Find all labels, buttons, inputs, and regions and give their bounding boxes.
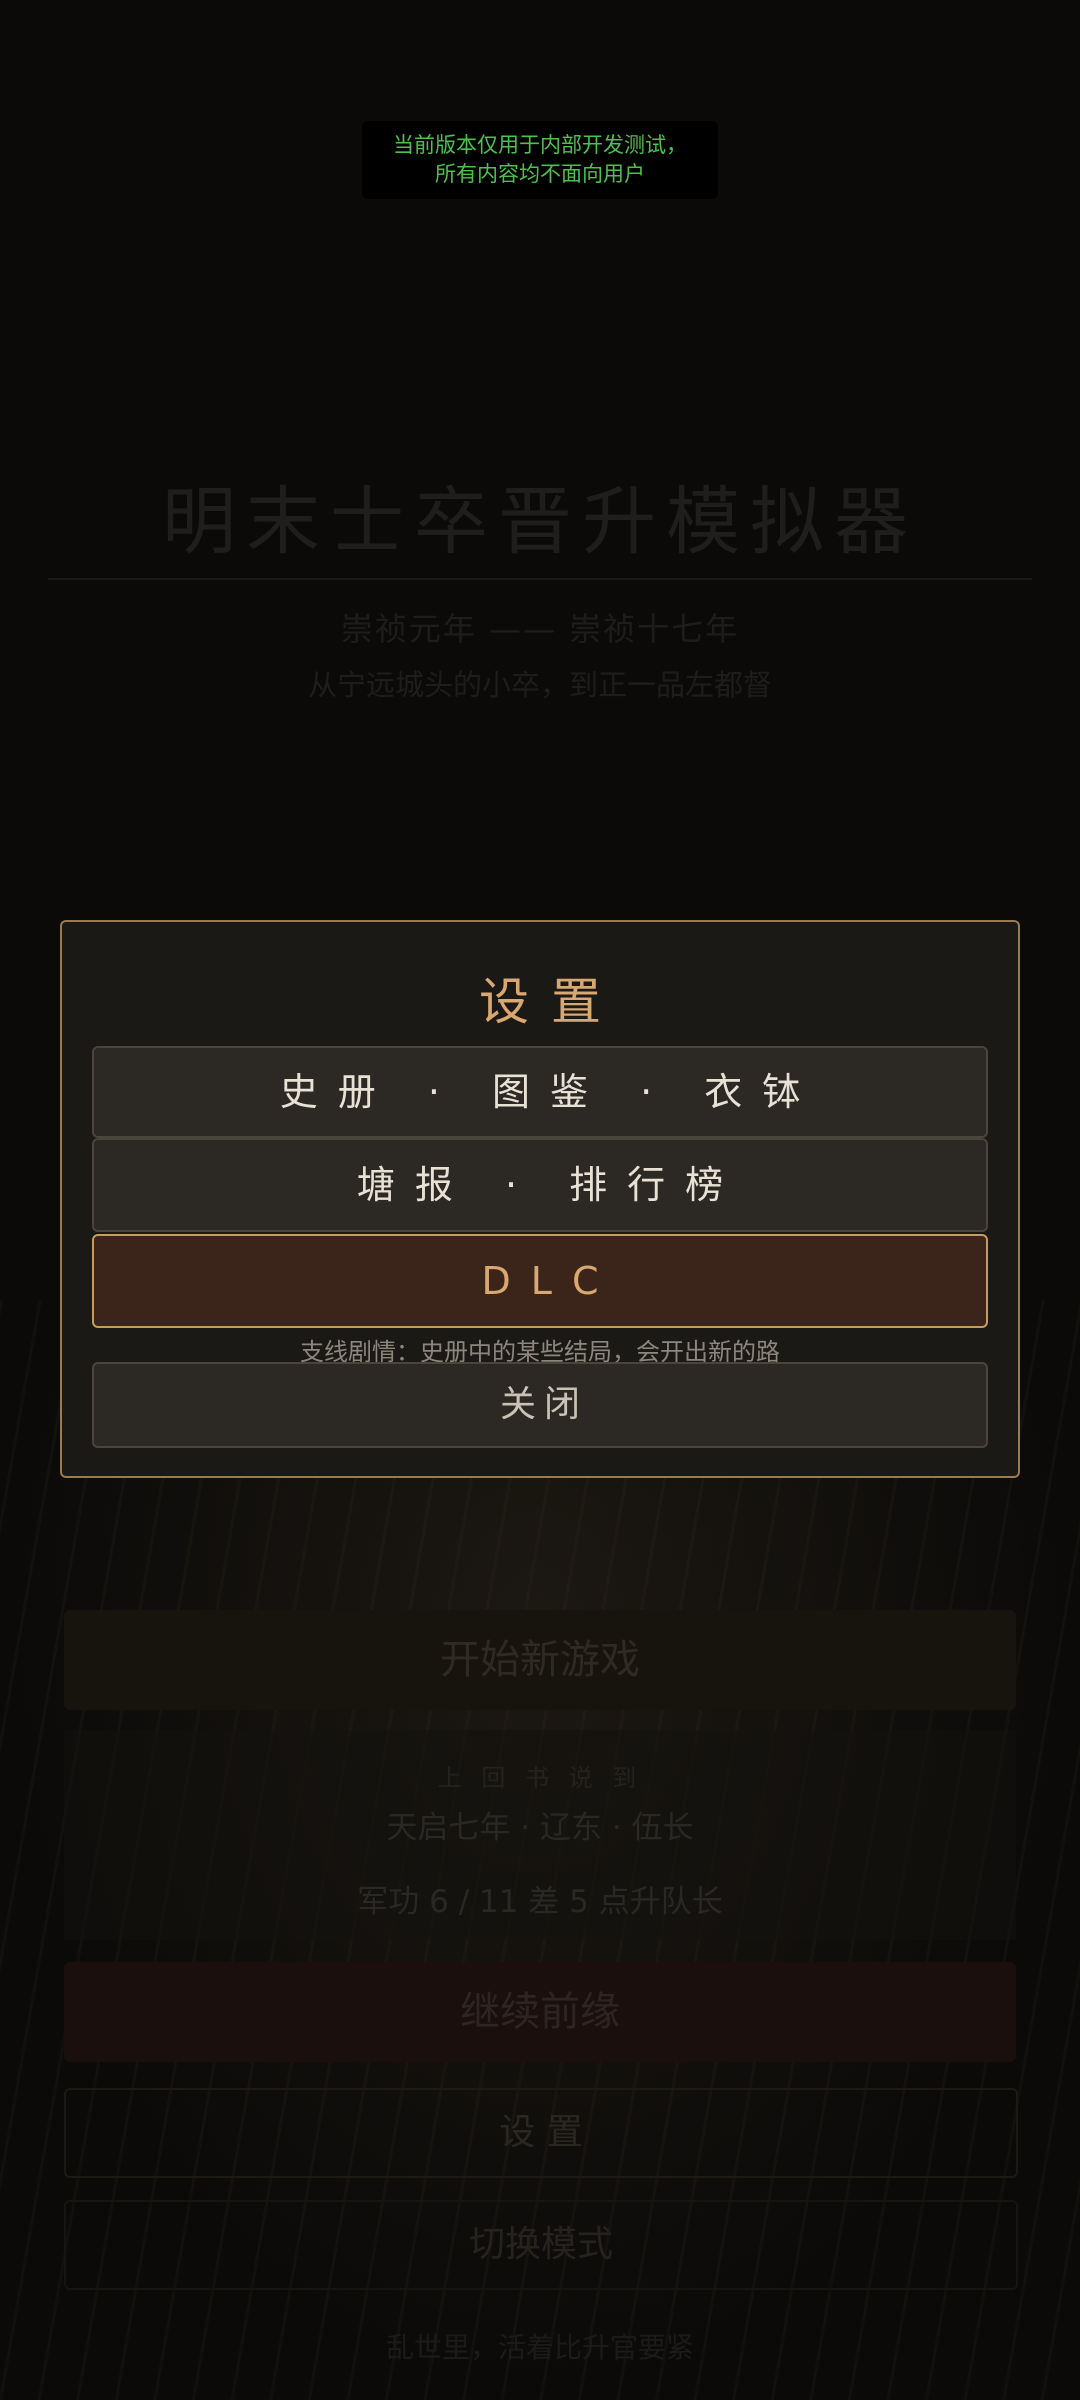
save-summary-card: 上 回 书 说 到 天启七年 · 辽东 · 伍长 军功 6 / 11 差 5 点… bbox=[64, 1730, 1016, 1940]
archives-button[interactable]: 史册 · 图鉴 · 衣钵 bbox=[92, 1046, 988, 1138]
footer-text: 乱世里，活着比升官要紧 bbox=[385, 2331, 694, 2364]
tagline: 从宁远城头的小卒，到正一品左都督 bbox=[307, 668, 772, 702]
save-card-info: 天启七年 · 辽东 · 伍长 bbox=[386, 1810, 694, 1846]
modal-title: 设置 bbox=[479, 973, 623, 1031]
close-button[interactable]: 关闭 bbox=[92, 1362, 988, 1448]
era-subtitle: 崇祯元年 —— 崇祯十七年 bbox=[340, 610, 740, 648]
news-leaderboard-button[interactable]: 塘报 · 排行榜 bbox=[92, 1138, 988, 1232]
switch-mode-button: 切换模式 bbox=[64, 2200, 1018, 2290]
dlc-button[interactable]: DLC bbox=[92, 1234, 988, 1328]
save-card-label: 上 回 书 说 到 bbox=[437, 1764, 643, 1792]
settings-button: 设 置 bbox=[64, 2088, 1018, 2178]
settings-modal: 设置 史册 · 图鉴 · 衣钵 塘报 · 排行榜 DLC 支线剧情：史册中的某些… bbox=[60, 920, 1020, 1478]
continue-button: 继续前缘 bbox=[64, 1962, 1016, 2062]
new-game-button: 开始新游戏 bbox=[64, 1610, 1016, 1710]
title-divider bbox=[48, 578, 1032, 580]
game-title: 明末士卒晋升模拟器 bbox=[162, 479, 918, 565]
save-card-progress: 军功 6 / 11 差 5 点升队长 bbox=[357, 1884, 723, 1920]
